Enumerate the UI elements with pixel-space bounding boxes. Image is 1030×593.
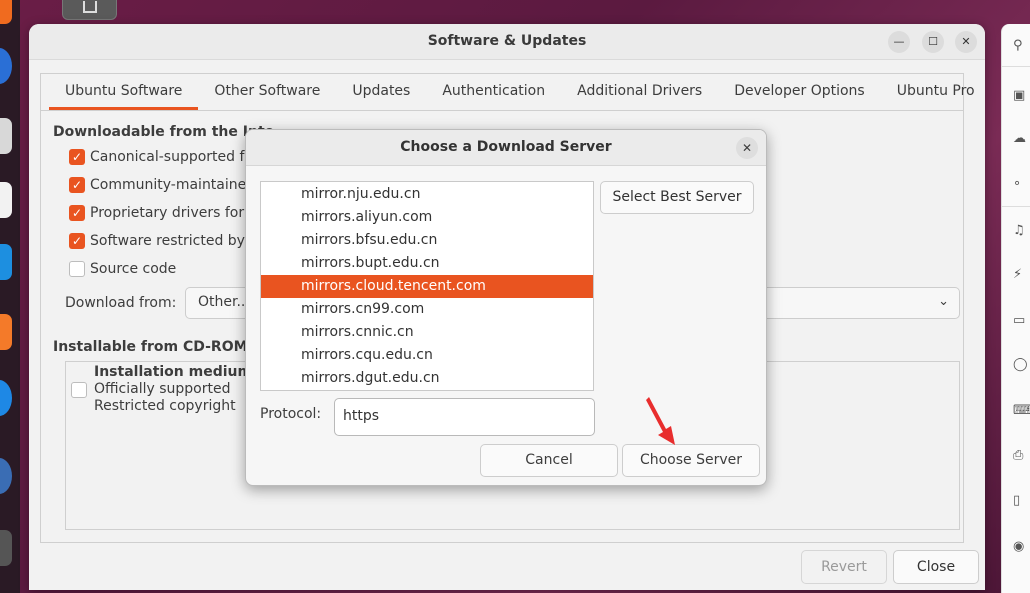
checkbox-restricted[interactable]: ✓ Software restricted by c (69, 230, 257, 252)
tab-ubuntu-software[interactable]: Ubuntu Software (49, 74, 199, 110)
close-button[interactable]: Close (893, 550, 979, 584)
server-list-item[interactable]: mirrors.cn99.com (261, 298, 593, 321)
server-list[interactable]: mirror.nju.edu.cn mirrors.aliyun.com mir… (260, 181, 594, 391)
checkbox-checked-icon: ✓ (69, 205, 85, 221)
installable-section-title: Installable from CD-ROM/D (53, 339, 265, 355)
tab-additional-drivers[interactable]: Additional Drivers (561, 74, 718, 110)
server-list-item[interactable]: mirrors.aliyun.com (261, 206, 593, 229)
software-center-icon[interactable] (0, 314, 12, 350)
settings-sidebar: ⚲ ▣ ☁ ∘ ♫ ⚡ ▭ ◯ ⌨ ⎙ ▯ ◉ (1001, 24, 1030, 593)
cdrom-copyright: Restricted copyright (94, 398, 236, 414)
dialog-title: Choose a Download Server (400, 139, 612, 155)
software-updates-icon[interactable] (0, 458, 12, 494)
maximize-icon: ☐ (928, 35, 938, 48)
server-list-item[interactable]: mirrors.cqu.edu.cn (261, 344, 593, 367)
checkbox-source-code[interactable]: Source code (69, 258, 176, 280)
download-from-label: Download from: (65, 295, 177, 311)
close-icon: ✕ (961, 35, 971, 48)
checkbox-community[interactable]: ✓ Community-maintained (69, 174, 255, 196)
keyboard-icon[interactable]: ⌨ (1013, 403, 1030, 419)
usb-icon[interactable]: ▯ (1013, 493, 1029, 509)
checkbox-checked-icon: ✓ (69, 177, 85, 193)
tab-ubuntu-pro[interactable]: Ubuntu Pro (881, 74, 985, 110)
lock-icon[interactable]: ▣ (1013, 88, 1029, 104)
checkbox-unchecked-icon (69, 261, 85, 277)
display-icon[interactable]: ▭ (1013, 313, 1029, 329)
cloud-icon[interactable]: ☁ (1013, 131, 1029, 147)
checkbox-proprietary[interactable]: ✓ Proprietary drivers for (69, 202, 244, 224)
minimize-button[interactable]: — (888, 31, 910, 53)
cancel-button[interactable]: Cancel (480, 444, 618, 477)
protocol-label: Protocol: (260, 406, 322, 422)
checkbox-label: Source code (90, 261, 177, 277)
thunderbird-icon[interactable] (0, 48, 12, 84)
close-window-button[interactable]: ✕ (955, 31, 977, 53)
dialog-header: Choose a Download Server ✕ (246, 130, 766, 166)
server-list-item[interactable]: mirrors.bupt.edu.cn (261, 252, 593, 275)
server-list-item[interactable]: mirrors.bfsu.edu.cn (261, 229, 593, 252)
checkbox-cdrom[interactable] (71, 382, 87, 398)
cdrom-support: Officially supported (94, 381, 231, 397)
close-icon: ✕ (741, 141, 753, 155)
power-icon[interactable]: ⚡ (1013, 267, 1029, 283)
tab-bar: Ubuntu Software Other Software Updates A… (49, 74, 985, 110)
writer-icon[interactable] (0, 244, 12, 280)
minimize-icon: — (893, 35, 905, 48)
tab-authentication[interactable]: Authentication (426, 74, 561, 110)
help-icon[interactable] (0, 380, 12, 416)
dialog-close-button[interactable]: ✕ (736, 137, 758, 159)
checkbox-label: Canonical-supported fr (90, 149, 251, 165)
server-list-item[interactable]: mirrors.cnnic.cn (261, 321, 593, 344)
titlebar: Software & Updates — ☐ ✕ (29, 24, 985, 60)
checkbox-canonical[interactable]: ✓ Canonical-supported fr (69, 146, 250, 168)
share-icon[interactable]: ∘ (1013, 176, 1029, 192)
select-best-server-button[interactable]: Select Best Server (600, 181, 754, 214)
download-server-value: Other... (198, 294, 250, 310)
revert-button[interactable]: Revert (801, 550, 887, 584)
tab-other-software[interactable]: Other Software (198, 74, 336, 110)
server-list-item[interactable]: mirror.nju.edu.cn (261, 183, 593, 206)
annotation-arrow (646, 397, 675, 445)
trash-icon[interactable] (0, 530, 12, 566)
mouse-icon[interactable]: ◯ (1013, 357, 1029, 373)
server-list-item[interactable]: mirrors.dgut.edu.cn (261, 367, 593, 390)
music-icon[interactable]: ♫ (1013, 223, 1029, 239)
firefox-icon[interactable] (0, 0, 12, 24)
window-title: Software & Updates (427, 33, 587, 49)
printer-icon[interactable]: ⎙ (1013, 448, 1029, 464)
search-icon[interactable]: ⚲ (1013, 38, 1029, 54)
checkbox-label: Proprietary drivers for (90, 205, 245, 221)
dock (0, 0, 20, 593)
color-icon[interactable]: ◉ (1013, 539, 1029, 555)
tab-updates[interactable]: Updates (336, 74, 426, 110)
checkbox-checked-icon: ✓ (69, 233, 85, 249)
chevron-down-icon: ⌄ (938, 294, 949, 309)
checkbox-label: Community-maintained (90, 177, 256, 193)
cdrom-title: Installation medium v (94, 364, 267, 380)
server-list-item-selected[interactable]: mirrors.cloud.tencent.com (261, 275, 593, 298)
checkbox-checked-icon: ✓ (69, 149, 85, 165)
tab-developer-options[interactable]: Developer Options (718, 74, 880, 110)
files-icon[interactable] (0, 118, 12, 154)
checkbox-label: Software restricted by c (90, 233, 258, 249)
maximize-button[interactable]: ☐ (922, 31, 944, 53)
protocol-field[interactable]: https (334, 398, 595, 436)
rhythmbox-icon[interactable] (0, 182, 12, 218)
workspace-thumbnail[interactable] (62, 0, 117, 20)
downloadable-section-title: Downloadable from the Inte (53, 124, 275, 140)
window-thumbnail-icon (83, 1, 97, 13)
choose-server-dialog: Choose a Download Server ✕ mirror.nju.ed… (245, 129, 767, 486)
tab-divider (41, 110, 963, 111)
